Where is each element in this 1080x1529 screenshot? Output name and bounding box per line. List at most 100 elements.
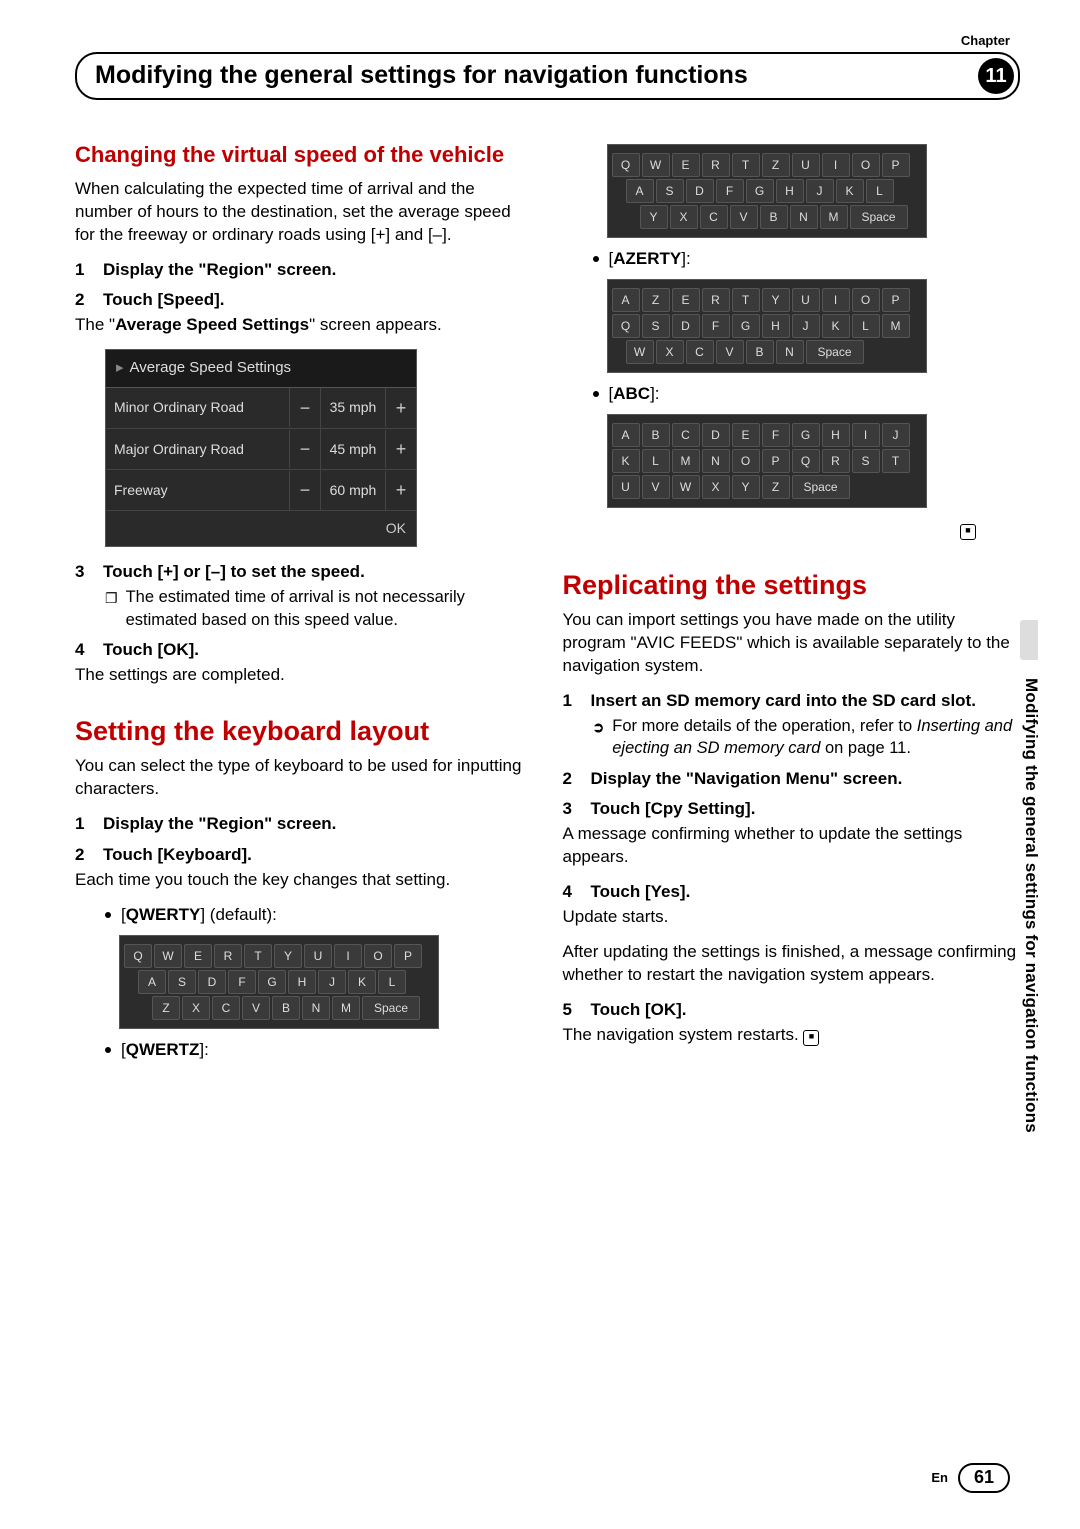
keyboard-key[interactable]: D <box>198 970 226 994</box>
keyboard-key[interactable]: K <box>612 449 640 473</box>
keyboard-key[interactable]: D <box>702 423 730 447</box>
keyboard-key[interactable]: Z <box>642 288 670 312</box>
keyboard-key[interactable]: W <box>642 153 670 177</box>
minus-button[interactable]: − <box>290 388 321 428</box>
keyboard-key[interactable]: R <box>214 944 242 968</box>
plus-button[interactable]: + <box>386 470 416 510</box>
keyboard-key[interactable]: Y <box>274 944 302 968</box>
keyboard-key[interactable]: U <box>304 944 332 968</box>
keyboard-key[interactable]: I <box>334 944 362 968</box>
keyboard-key[interactable]: N <box>702 449 730 473</box>
keyboard-key[interactable]: W <box>626 340 654 364</box>
keyboard-key[interactable]: J <box>792 314 820 338</box>
keyboard-key[interactable]: Y <box>732 475 760 499</box>
keyboard-key[interactable]: S <box>852 449 880 473</box>
keyboard-key[interactable]: H <box>288 970 316 994</box>
keyboard-key[interactable]: O <box>732 449 760 473</box>
keyboard-key[interactable]: V <box>730 205 758 229</box>
keyboard-key[interactable]: B <box>760 205 788 229</box>
keyboard-key[interactable]: D <box>686 179 714 203</box>
keyboard-key[interactable]: A <box>626 179 654 203</box>
keyboard-key[interactable]: H <box>776 179 804 203</box>
keyboard-key[interactable]: L <box>378 970 406 994</box>
keyboard-key[interactable]: B <box>746 340 774 364</box>
keyboard-key[interactable]: L <box>852 314 880 338</box>
keyboard-key[interactable]: J <box>318 970 346 994</box>
keyboard-key[interactable]: X <box>182 996 210 1020</box>
keyboard-key[interactable]: R <box>702 288 730 312</box>
keyboard-key[interactable]: K <box>348 970 376 994</box>
keyboard-key[interactable]: K <box>836 179 864 203</box>
keyboard-key[interactable]: T <box>882 449 910 473</box>
keyboard-key[interactable]: M <box>672 449 700 473</box>
keyboard-key[interactable]: Z <box>152 996 180 1020</box>
keyboard-key[interactable]: Z <box>762 153 790 177</box>
keyboard-key[interactable]: I <box>852 423 880 447</box>
keyboard-key[interactable]: N <box>302 996 330 1020</box>
keyboard-key[interactable]: V <box>642 475 670 499</box>
keyboard-key[interactable]: V <box>242 996 270 1020</box>
keyboard-key[interactable]: G <box>258 970 286 994</box>
keyboard-key[interactable]: O <box>852 288 880 312</box>
keyboard-key[interactable]: O <box>364 944 392 968</box>
keyboard-key[interactable]: L <box>866 179 894 203</box>
keyboard-key[interactable]: Y <box>762 288 790 312</box>
keyboard-key[interactable]: P <box>394 944 422 968</box>
keyboard-key[interactable]: O <box>852 153 880 177</box>
keyboard-key[interactable]: Space <box>850 205 908 229</box>
keyboard-key[interactable]: S <box>168 970 196 994</box>
keyboard-key[interactable]: R <box>702 153 730 177</box>
ok-button[interactable]: OK <box>386 519 406 538</box>
keyboard-key[interactable]: Q <box>612 314 640 338</box>
keyboard-key[interactable]: E <box>672 288 700 312</box>
keyboard-key[interactable]: Q <box>612 153 640 177</box>
keyboard-key[interactable]: F <box>716 179 744 203</box>
keyboard-key[interactable]: Space <box>362 996 420 1020</box>
keyboard-key[interactable]: Space <box>792 475 850 499</box>
keyboard-key[interactable]: F <box>762 423 790 447</box>
keyboard-key[interactable]: N <box>790 205 818 229</box>
keyboard-key[interactable]: X <box>670 205 698 229</box>
keyboard-key[interactable]: M <box>882 314 910 338</box>
keyboard-key[interactable]: M <box>332 996 360 1020</box>
keyboard-key[interactable]: C <box>686 340 714 364</box>
keyboard-key[interactable]: B <box>272 996 300 1020</box>
keyboard-key[interactable]: P <box>762 449 790 473</box>
keyboard-key[interactable]: U <box>792 153 820 177</box>
keyboard-key[interactable]: B <box>642 423 670 447</box>
keyboard-key[interactable]: Q <box>792 449 820 473</box>
keyboard-key[interactable]: P <box>882 153 910 177</box>
keyboard-key[interactable]: I <box>822 153 850 177</box>
keyboard-key[interactable]: F <box>228 970 256 994</box>
keyboard-key[interactable]: L <box>642 449 670 473</box>
plus-button[interactable]: + <box>386 388 416 428</box>
keyboard-key[interactable]: I <box>822 288 850 312</box>
keyboard-key[interactable]: C <box>700 205 728 229</box>
keyboard-key[interactable]: U <box>612 475 640 499</box>
keyboard-key[interactable]: P <box>882 288 910 312</box>
keyboard-key[interactable]: E <box>672 153 700 177</box>
keyboard-key[interactable]: E <box>184 944 212 968</box>
keyboard-key[interactable]: F <box>702 314 730 338</box>
keyboard-key[interactable]: G <box>746 179 774 203</box>
keyboard-key[interactable]: Y <box>640 205 668 229</box>
keyboard-key[interactable]: S <box>642 314 670 338</box>
plus-button[interactable]: + <box>386 429 416 469</box>
keyboard-key[interactable]: C <box>212 996 240 1020</box>
keyboard-key[interactable]: G <box>792 423 820 447</box>
keyboard-key[interactable]: J <box>806 179 834 203</box>
keyboard-key[interactable]: Z <box>762 475 790 499</box>
keyboard-key[interactable]: H <box>822 423 850 447</box>
keyboard-key[interactable]: Q <box>124 944 152 968</box>
keyboard-key[interactable]: E <box>732 423 760 447</box>
keyboard-key[interactable]: K <box>822 314 850 338</box>
keyboard-key[interactable]: A <box>612 423 640 447</box>
keyboard-key[interactable]: R <box>822 449 850 473</box>
minus-button[interactable]: − <box>290 429 321 469</box>
keyboard-key[interactable]: V <box>716 340 744 364</box>
keyboard-key[interactable]: C <box>672 423 700 447</box>
keyboard-key[interactable]: G <box>732 314 760 338</box>
keyboard-key[interactable]: S <box>656 179 684 203</box>
keyboard-key[interactable]: W <box>154 944 182 968</box>
keyboard-key[interactable]: J <box>882 423 910 447</box>
